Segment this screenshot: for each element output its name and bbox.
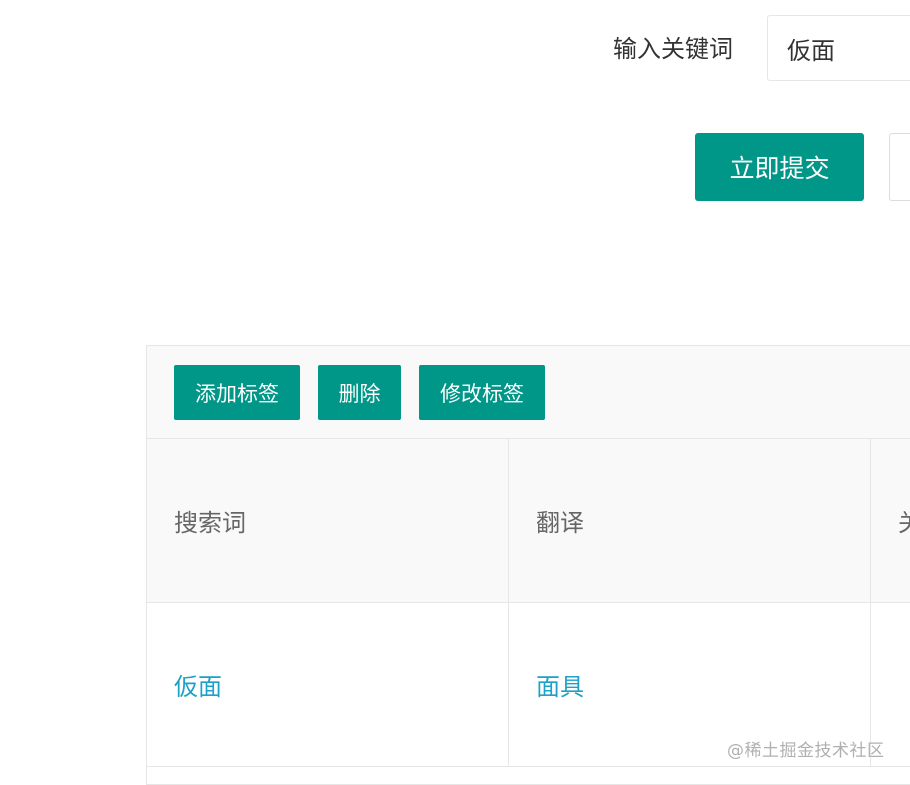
watermark: @稀土掘金技术社区: [727, 741, 885, 761]
keyword-input[interactable]: [767, 15, 910, 81]
submit-button[interactable]: 立即提交: [695, 133, 864, 201]
edit-tag-button[interactable]: 修改标签: [419, 365, 545, 420]
column-header-partial[interactable]: 关: [871, 439, 910, 602]
reset-button[interactable]: [889, 133, 910, 201]
column-header-translation[interactable]: 翻译: [509, 439, 871, 602]
search-term-cell: 仮面: [147, 603, 509, 766]
table-toolbar: 添加标签 删除 修改标签: [147, 346, 910, 439]
tag-table: 添加标签 删除 修改标签 搜索词 翻译 关 仮面 面具: [146, 345, 910, 785]
keyword-label: 输入关键词: [613, 35, 733, 63]
column-header-search-term[interactable]: 搜索词: [147, 439, 509, 602]
search-term-link[interactable]: 仮面: [174, 667, 222, 702]
translation-link[interactable]: 面具: [536, 667, 584, 702]
delete-button[interactable]: 删除: [318, 365, 401, 420]
add-tag-button[interactable]: 添加标签: [174, 365, 300, 420]
table-header-row: 搜索词 翻译 关: [147, 439, 910, 603]
